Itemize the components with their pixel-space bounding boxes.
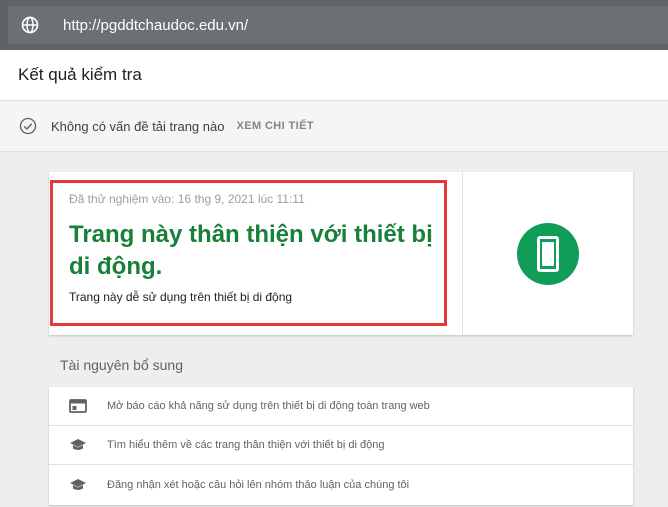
smartphone-icon [537,235,559,272]
view-details-link[interactable]: XEM CHI TIẾT [236,120,314,132]
header: Kết quả kiểm tra [0,50,668,101]
smartphone-badge [517,222,579,285]
check-circle-icon [19,117,37,135]
web-report-icon [69,398,87,414]
url-field[interactable]: http://pgddtchaudoc.edu.vn/ [8,6,668,44]
resource-item-usability-report[interactable]: Mở báo cáo khả năng sử dụng trên thiết b… [49,387,633,426]
result-badge [463,172,633,335]
status-bar: Không có vấn đề tải trang nào XEM CHI TI… [0,101,668,152]
globe-icon [20,15,40,35]
resource-label: Tìm hiểu thêm về các trang thân thiện vớ… [107,439,385,451]
resource-label: Mở báo cáo khả năng sử dụng trên thiết b… [107,400,430,412]
graduation-cap-icon [69,437,87,453]
resources-list: Mở báo cáo khả năng sử dụng trên thiết b… [49,387,633,505]
resource-item-discussion-group[interactable]: Đăng nhận xét hoặc câu hỏi lên nhóm thảo… [49,465,633,504]
graduation-cap-icon [69,477,87,493]
status-text: Không có vấn đề tải trang nào [51,118,225,134]
resource-item-learn-more[interactable]: Tìm hiểu thêm về các trang thân thiện vớ… [49,426,633,465]
page-title: Kết quả kiểm tra [18,65,142,84]
resource-label: Đăng nhận xét hoặc câu hỏi lên nhóm thảo… [107,478,410,491]
url-bar: http://pgddtchaudoc.edu.vn/ [0,0,668,50]
resources-title: Tài nguyên bổ sung [60,357,183,373]
highlight-box [50,180,447,326]
url-text: http://pgddtchaudoc.edu.vn/ [63,16,249,34]
